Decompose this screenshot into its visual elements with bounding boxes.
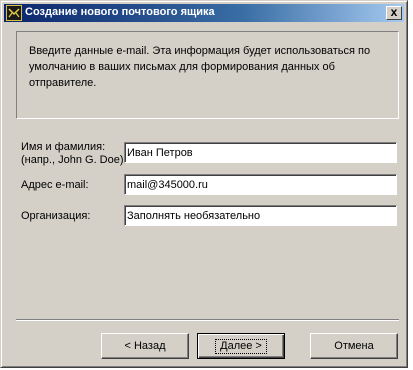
window-title: Создание нового почтового ящика — [25, 6, 215, 18]
next-button[interactable]: Далее > — [197, 333, 285, 359]
organization-input[interactable] — [124, 205, 397, 226]
title-bar[interactable]: Создание нового почтового ящика x — [4, 4, 404, 22]
organization-label: Организация: — [21, 210, 91, 222]
mailbox-icon — [6, 5, 22, 21]
back-button[interactable]: < Назад — [101, 333, 189, 359]
wizard-window: Создание нового почтового ящика x Введит… — [0, 0, 408, 368]
email-input[interactable] — [124, 174, 397, 195]
info-text: Введите данные e-mail. Эта информация бу… — [29, 45, 371, 89]
email-label: Адрес e-mail: — [21, 179, 89, 191]
name-label: Имя и фамилия: (напр., John G. Doe) — [21, 141, 124, 167]
cancel-button-label: Отмена — [334, 339, 374, 352]
next-button-label: Далее > — [215, 338, 267, 354]
name-label-line1: Имя и фамилия: — [21, 141, 106, 153]
close-icon: x — [390, 5, 398, 19]
cancel-button[interactable]: Отмена — [310, 333, 398, 359]
close-button[interactable]: x — [386, 6, 402, 20]
back-button-label: < Назад — [124, 339, 166, 352]
name-label-line2: (напр., John G. Doe) — [21, 154, 124, 166]
info-panel: Введите данные e-mail. Эта информация бу… — [16, 31, 399, 119]
separator — [16, 319, 399, 321]
name-input[interactable] — [124, 142, 397, 163]
